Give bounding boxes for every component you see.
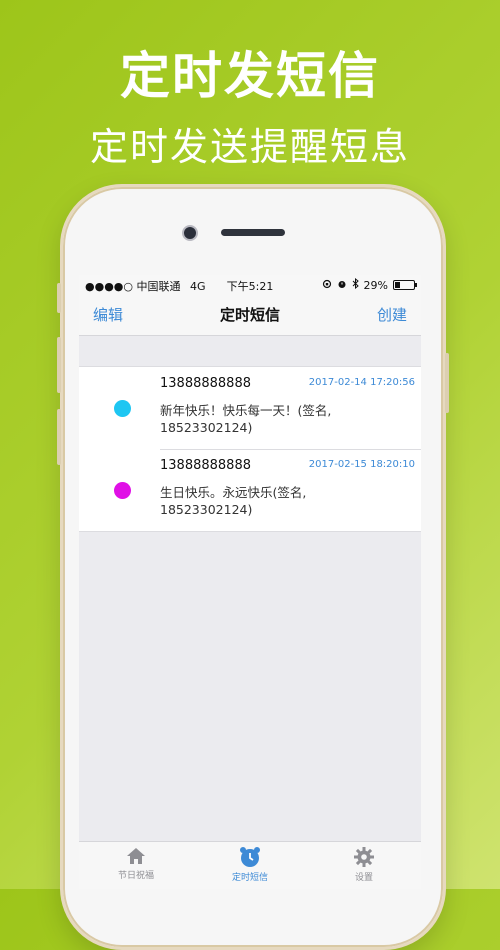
power-button xyxy=(445,353,449,413)
message-text: 新年快乐！快乐每一天！(签名, 18523302124) xyxy=(160,403,332,435)
promo-headline: 定时发短信 xyxy=(120,47,380,105)
create-button[interactable]: 创建 xyxy=(377,304,407,325)
tab-scheduled-sms[interactable]: 定时短信 xyxy=(193,846,307,883)
tab-bar: 节日祝福 定时短信 设置 xyxy=(79,841,421,889)
status-bar: ●●●●○ 中国联通 4G 下午5:21 29% xyxy=(79,275,421,295)
tab-label: 设置 xyxy=(354,873,373,883)
recipient-number: 13888888888 xyxy=(160,458,251,473)
battery-percent: 29% xyxy=(363,278,388,292)
message-text: 生日快乐。永远快乐(签名, 18523302124) xyxy=(160,485,307,517)
front-camera xyxy=(182,225,198,241)
color-dot xyxy=(114,482,131,499)
mute-switch xyxy=(57,283,61,313)
page-title: 定时短信 xyxy=(219,306,280,324)
tab-holiday-greetings[interactable]: 节日祝福 xyxy=(79,846,193,881)
tab-settings[interactable]: 设置 xyxy=(307,846,421,883)
color-dot xyxy=(114,400,131,417)
list-item[interactable]: 13888888888 2017-02-14 17:20:56 新年快乐！快乐每… xyxy=(79,367,421,449)
phone-screen: ●●●●○ 中国联通 4G 下午5:21 29% 编辑 定时短信 创建 1388… xyxy=(79,275,421,889)
list-item[interactable]: 13888888888 2017-02-15 18:20:10 生日快乐。永远快… xyxy=(79,449,421,531)
send-time: 2017-02-14 17:20:56 xyxy=(308,377,415,388)
earpiece-speaker xyxy=(221,229,285,236)
navigation-bar: 编辑 定时短信 创建 xyxy=(79,295,421,336)
send-time: 2017-02-15 18:20:10 xyxy=(308,459,415,470)
volume-down-button xyxy=(57,409,61,465)
battery-fill xyxy=(395,282,401,288)
bluetooth-icon xyxy=(352,277,359,292)
rotation-lock-icon xyxy=(322,279,332,292)
battery-icon xyxy=(393,280,417,290)
recipient-number: 13888888888 xyxy=(160,376,251,391)
tab-label: 定时短信 xyxy=(231,873,268,883)
scheduled-message-list: 13888888888 2017-02-14 17:20:56 新年快乐！快乐每… xyxy=(79,366,421,532)
alarm-icon xyxy=(337,279,347,292)
alarm-clock-icon xyxy=(193,846,307,868)
gear-icon xyxy=(307,846,421,868)
home-icon xyxy=(79,846,193,866)
volume-up-button xyxy=(57,337,61,393)
promo-subheadline: 定时发送提醒短息 xyxy=(89,125,410,169)
tab-label: 节日祝福 xyxy=(117,871,154,881)
